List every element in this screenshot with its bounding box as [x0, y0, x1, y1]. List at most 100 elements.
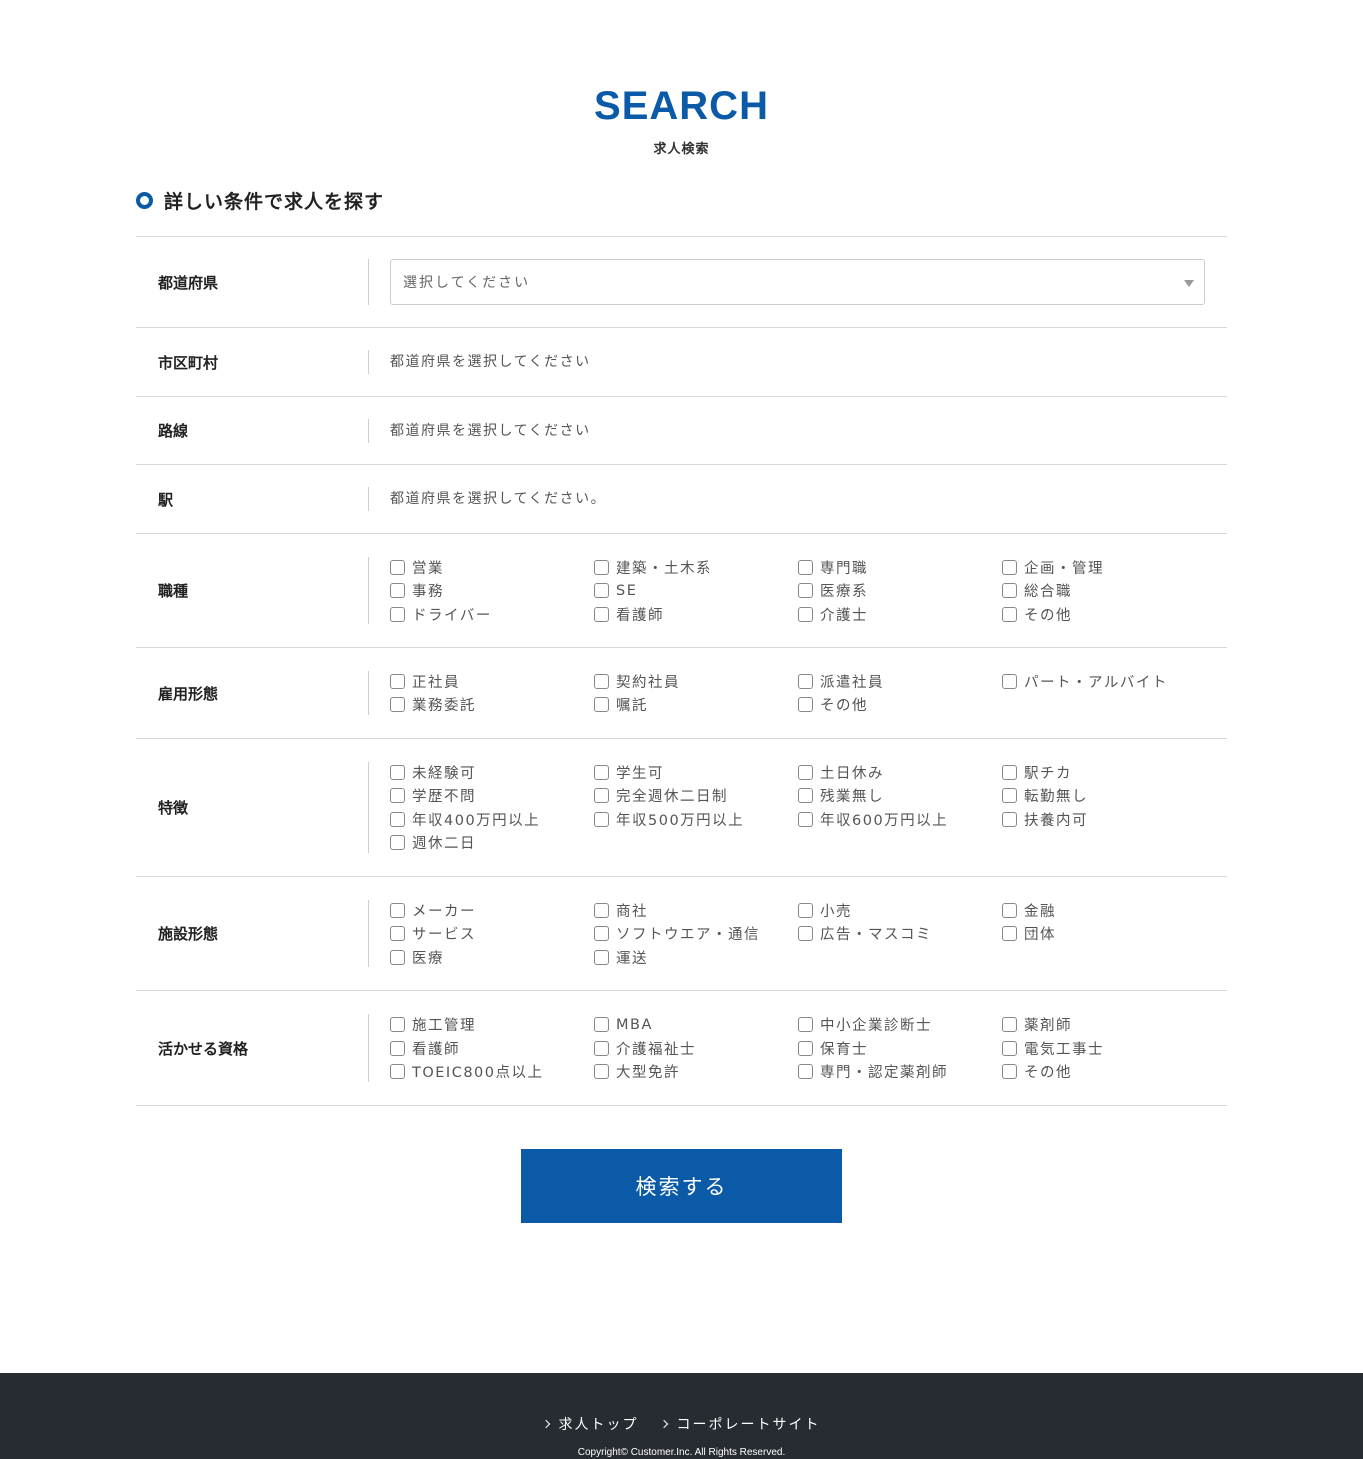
- checkbox-option[interactable]: 看護師: [390, 1038, 594, 1059]
- checkbox[interactable]: [798, 788, 813, 804]
- checkbox-option[interactable]: パート・アルバイト: [1002, 671, 1206, 692]
- checkbox[interactable]: [1002, 811, 1017, 827]
- checkbox-option[interactable]: 専門職: [798, 557, 1002, 578]
- checkbox-option[interactable]: 医療系: [798, 580, 1002, 601]
- checkbox[interactable]: [390, 606, 405, 622]
- checkbox-option[interactable]: 小売: [798, 900, 1002, 921]
- checkbox[interactable]: [798, 583, 813, 598]
- checkbox-option[interactable]: 広告・マスコミ: [798, 923, 1002, 944]
- checkbox[interactable]: [798, 673, 813, 689]
- checkbox[interactable]: [390, 788, 405, 804]
- checkbox[interactable]: [390, 1017, 405, 1032]
- checkbox-option[interactable]: 団体: [1002, 923, 1206, 944]
- checkbox-option[interactable]: ドライバー: [390, 604, 594, 625]
- checkbox-option[interactable]: その他: [1002, 1061, 1206, 1082]
- checkbox[interactable]: [1002, 673, 1017, 689]
- checkbox[interactable]: [390, 1064, 405, 1079]
- checkbox-option[interactable]: 年収400万円以上: [390, 809, 594, 830]
- checkbox-option[interactable]: 看護師: [594, 604, 798, 625]
- checkbox[interactable]: [798, 902, 813, 918]
- checkbox-option[interactable]: 運送: [594, 947, 798, 968]
- checkbox-option[interactable]: 施工管理: [390, 1014, 594, 1035]
- checkbox-option[interactable]: 嘱託: [594, 695, 798, 716]
- checkbox-option[interactable]: 電気工事士: [1002, 1038, 1206, 1059]
- checkbox[interactable]: [1002, 926, 1017, 941]
- checkbox-option[interactable]: 商社: [594, 900, 798, 921]
- checkbox[interactable]: [594, 697, 609, 713]
- checkbox-option[interactable]: 金融: [1002, 900, 1206, 921]
- checkbox[interactable]: [1002, 902, 1017, 918]
- checkbox[interactable]: [1002, 1017, 1017, 1032]
- checkbox[interactable]: [594, 811, 609, 827]
- checkbox-option[interactable]: 保育士: [798, 1038, 1002, 1059]
- checkbox-option[interactable]: 総合職: [1002, 580, 1206, 601]
- footer-link-corporate[interactable]: コーポレートサイト: [659, 1414, 821, 1434]
- checkbox-option[interactable]: 土日休み: [798, 762, 1002, 783]
- checkbox[interactable]: [798, 697, 813, 713]
- checkbox-option[interactable]: 介護士: [798, 604, 1002, 625]
- checkbox-option[interactable]: 大型免許: [594, 1061, 798, 1082]
- checkbox[interactable]: [1002, 1064, 1017, 1079]
- checkbox[interactable]: [798, 926, 813, 941]
- checkbox[interactable]: [1002, 764, 1017, 780]
- checkbox[interactable]: [594, 1040, 609, 1056]
- search-submit-button[interactable]: 検索する: [521, 1149, 842, 1223]
- checkbox-option[interactable]: SE: [594, 580, 798, 601]
- checkbox-option[interactable]: 専門・認定薬剤師: [798, 1061, 1002, 1082]
- checkbox-option[interactable]: 介護福祉士: [594, 1038, 798, 1059]
- checkbox-option[interactable]: 完全週休二日制: [594, 786, 798, 807]
- checkbox[interactable]: [1002, 559, 1017, 575]
- checkbox-option[interactable]: 正社員: [390, 671, 594, 692]
- checkbox-option[interactable]: 事務: [390, 580, 594, 601]
- checkbox[interactable]: [390, 949, 405, 965]
- checkbox-option[interactable]: 建築・土木系: [594, 557, 798, 578]
- checkbox[interactable]: [390, 835, 405, 851]
- checkbox[interactable]: [594, 1064, 609, 1079]
- checkbox-option[interactable]: サービス: [390, 923, 594, 944]
- checkbox[interactable]: [798, 811, 813, 827]
- checkbox[interactable]: [594, 949, 609, 965]
- checkbox[interactable]: [594, 926, 609, 941]
- checkbox-option[interactable]: 業務委託: [390, 695, 594, 716]
- checkbox-option[interactable]: 企画・管理: [1002, 557, 1206, 578]
- checkbox[interactable]: [594, 902, 609, 918]
- checkbox-option[interactable]: 年収500万円以上: [594, 809, 798, 830]
- checkbox[interactable]: [594, 764, 609, 780]
- checkbox[interactable]: [390, 902, 405, 918]
- checkbox-option[interactable]: 扶養内可: [1002, 809, 1206, 830]
- checkbox[interactable]: [594, 583, 609, 598]
- checkbox[interactable]: [798, 606, 813, 622]
- checkbox-option[interactable]: MBA: [594, 1014, 798, 1035]
- checkbox[interactable]: [1002, 1040, 1017, 1056]
- checkbox-option[interactable]: 中小企業診断士: [798, 1014, 1002, 1035]
- checkbox[interactable]: [390, 583, 405, 598]
- checkbox[interactable]: [390, 1040, 405, 1056]
- checkbox-option[interactable]: 残業無し: [798, 786, 1002, 807]
- checkbox-option[interactable]: その他: [1002, 604, 1206, 625]
- checkbox[interactable]: [390, 673, 405, 689]
- checkbox-option[interactable]: 週休二日: [390, 833, 594, 854]
- checkbox[interactable]: [594, 606, 609, 622]
- prefecture-select[interactable]: 選択してください: [390, 259, 1205, 305]
- checkbox-option[interactable]: ソフトウエア・通信: [594, 923, 798, 944]
- checkbox[interactable]: [390, 559, 405, 575]
- checkbox-option[interactable]: TOEIC800点以上: [390, 1061, 594, 1082]
- checkbox-option[interactable]: 駅チカ: [1002, 762, 1206, 783]
- checkbox-option[interactable]: 営業: [390, 557, 594, 578]
- checkbox-option[interactable]: 医療: [390, 947, 594, 968]
- checkbox-option[interactable]: 転勤無し: [1002, 786, 1206, 807]
- checkbox[interactable]: [390, 811, 405, 827]
- checkbox-option[interactable]: その他: [798, 695, 1002, 716]
- checkbox[interactable]: [594, 788, 609, 804]
- checkbox[interactable]: [594, 673, 609, 689]
- checkbox[interactable]: [594, 1017, 609, 1032]
- checkbox[interactable]: [390, 697, 405, 713]
- checkbox-option[interactable]: メーカー: [390, 900, 594, 921]
- footer-link-job-top[interactable]: 求人トップ: [541, 1414, 639, 1434]
- checkbox-option[interactable]: 年収600万円以上: [798, 809, 1002, 830]
- checkbox[interactable]: [594, 559, 609, 575]
- checkbox[interactable]: [798, 1017, 813, 1032]
- checkbox[interactable]: [798, 559, 813, 575]
- checkbox[interactable]: [798, 1040, 813, 1056]
- checkbox[interactable]: [390, 926, 405, 941]
